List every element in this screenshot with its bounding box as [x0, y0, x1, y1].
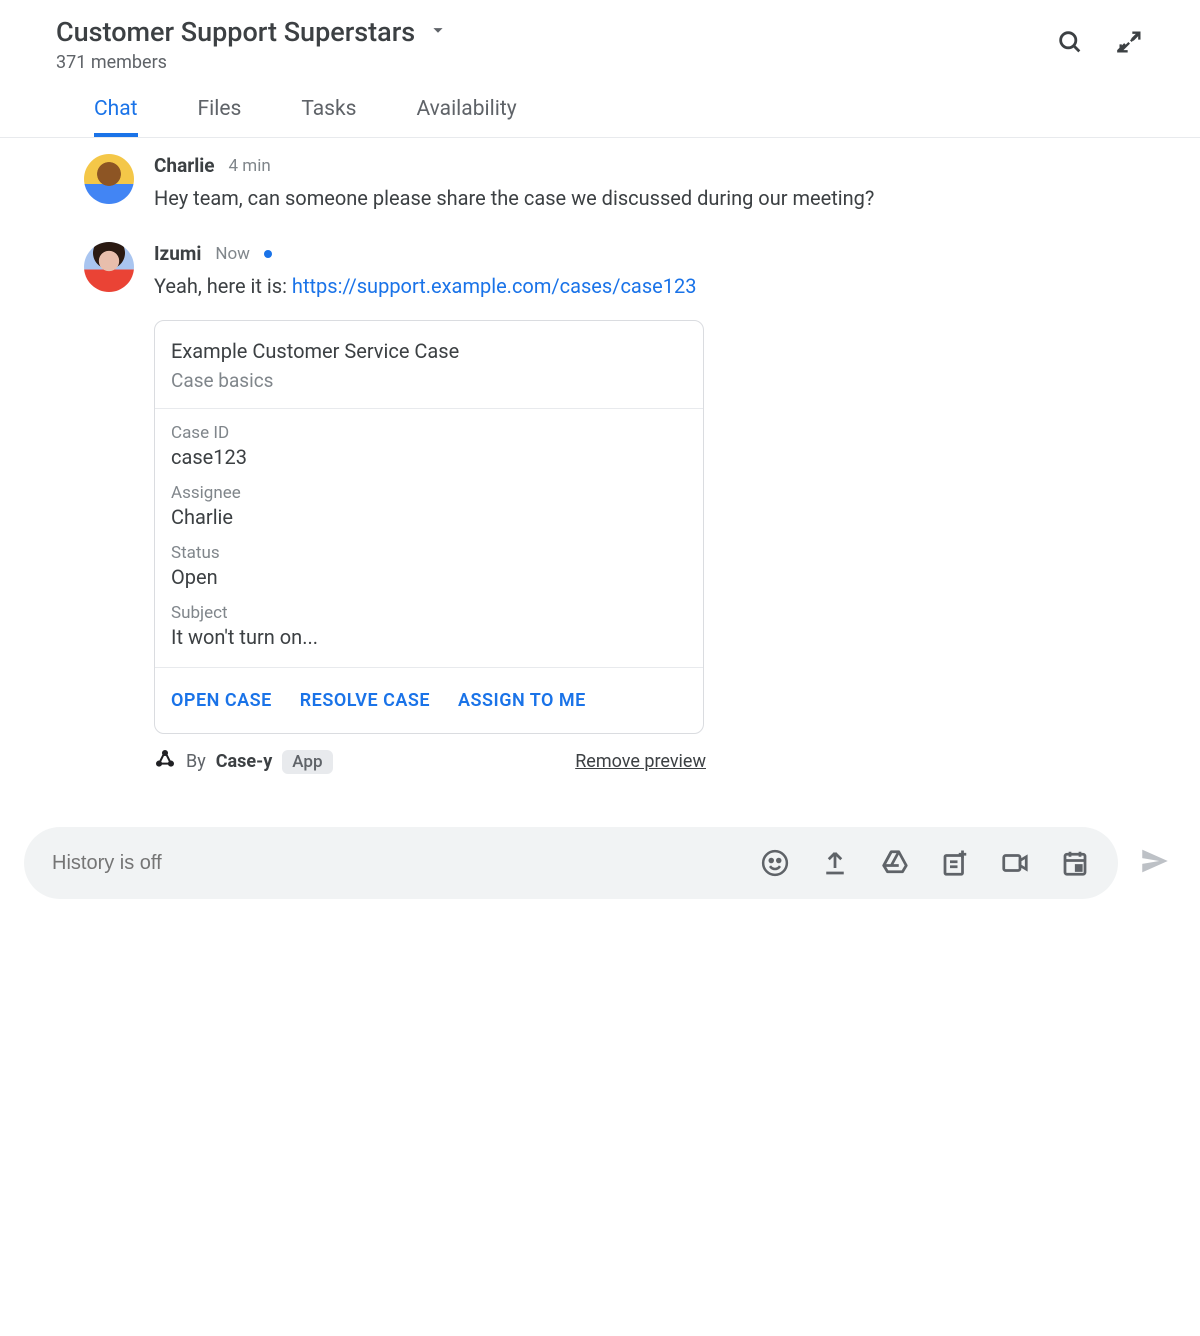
message-text-prefix: Yeah, here it is:	[154, 274, 292, 298]
avatar[interactable]	[84, 154, 134, 204]
field-label: Case ID	[171, 423, 687, 443]
field-value: It won't turn on...	[171, 625, 687, 649]
message-text: Yeah, here it is: https://support.exampl…	[154, 271, 1144, 302]
assign-to-me-button[interactable]: ASSIGN TO ME	[458, 690, 586, 711]
tab-tasks[interactable]: Tasks	[301, 97, 356, 137]
card-field-assignee: Assignee Charlie	[171, 483, 687, 529]
field-value: Charlie	[171, 505, 687, 529]
message: Charlie 4 min Hey team, can someone plea…	[84, 154, 1144, 214]
open-case-button[interactable]: OPEN CASE	[171, 690, 272, 711]
video-icon[interactable]	[1000, 848, 1030, 878]
field-value: Open	[171, 565, 687, 589]
tabs: Chat Files Tasks Availability	[56, 97, 1152, 137]
webhook-icon	[154, 748, 176, 775]
message-time: 4 min	[229, 156, 271, 176]
message-input[interactable]	[52, 852, 730, 875]
space-title: Customer Support Superstars	[56, 16, 415, 48]
upload-icon[interactable]	[820, 848, 850, 878]
card-attribution: By Case-y App Remove preview	[154, 748, 706, 775]
field-label: Status	[171, 543, 687, 563]
message-link[interactable]: https://support.example.com/cases/case12…	[292, 274, 697, 298]
app-badge: App	[282, 750, 332, 774]
calendar-icon[interactable]	[1060, 848, 1090, 878]
message-time: Now	[215, 244, 250, 264]
card-title: Example Customer Service Case	[171, 339, 687, 363]
search-icon[interactable]	[1056, 28, 1084, 56]
tab-availability[interactable]: Availability	[416, 97, 516, 137]
chevron-down-icon[interactable]	[427, 19, 449, 45]
create-doc-icon[interactable]	[940, 848, 970, 878]
tab-chat[interactable]: Chat	[94, 97, 138, 137]
message-list: Charlie 4 min Hey team, can someone plea…	[0, 138, 1200, 827]
message: Izumi Now Yeah, here it is: https://supp…	[84, 242, 1144, 775]
app-name: Case-y	[216, 751, 273, 772]
preview-card: Example Customer Service Case Case basic…	[154, 320, 704, 734]
field-label: Assignee	[171, 483, 687, 503]
card-field-case-id: Case ID case123	[171, 423, 687, 469]
drive-icon[interactable]	[880, 848, 910, 878]
tab-files[interactable]: Files	[198, 97, 242, 137]
card-field-subject: Subject It won't turn on...	[171, 603, 687, 649]
card-field-status: Status Open	[171, 543, 687, 589]
emoji-icon[interactable]	[760, 848, 790, 878]
by-label: By	[186, 751, 206, 772]
message-author: Izumi	[154, 242, 201, 265]
field-value: case123	[171, 445, 687, 469]
resolve-case-button[interactable]: RESOLVE CASE	[300, 690, 430, 711]
message-author: Charlie	[154, 154, 215, 177]
status-dot-icon	[264, 250, 272, 258]
composer-row	[0, 827, 1200, 919]
space-header: Customer Support Superstars 371 members …	[0, 0, 1200, 138]
field-label: Subject	[171, 603, 687, 623]
member-count: 371 members	[56, 52, 1056, 73]
card-subtitle: Case basics	[171, 369, 687, 392]
send-icon[interactable]	[1138, 844, 1172, 882]
remove-preview-link[interactable]: Remove preview	[575, 751, 706, 772]
collapse-icon[interactable]	[1116, 28, 1144, 56]
message-text: Hey team, can someone please share the c…	[154, 183, 1144, 214]
composer	[24, 827, 1118, 899]
avatar[interactable]	[84, 242, 134, 292]
